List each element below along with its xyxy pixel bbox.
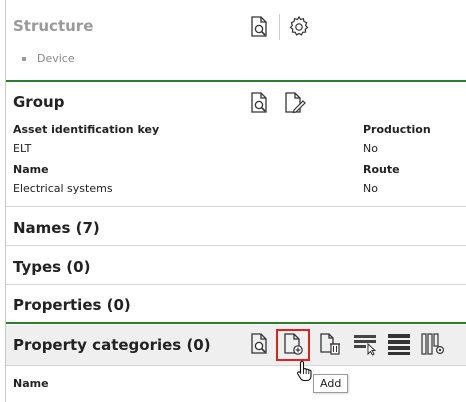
bullet-icon: [22, 57, 26, 61]
production-value: No: [363, 142, 378, 155]
name-label: Name: [13, 163, 49, 176]
route-label: Route: [363, 163, 400, 176]
hand-pointer-cursor-icon: [297, 360, 312, 382]
route-value: No: [363, 182, 378, 195]
asset-key-value: ELT: [13, 142, 32, 155]
icon-divider: [279, 14, 280, 40]
types-title[interactable]: Types (0): [13, 258, 90, 276]
select-rows-icon[interactable]: [353, 332, 377, 356]
section-divider: [6, 284, 466, 285]
structure-title[interactable]: Structure: [13, 17, 93, 35]
production-label: Production: [363, 123, 431, 136]
search-document-icon[interactable]: [247, 332, 271, 356]
edit-document-icon[interactable]: [282, 91, 306, 115]
column-settings-icon[interactable]: [421, 332, 445, 356]
tooltip-add: Add: [313, 374, 349, 393]
stacked-rows-icon[interactable]: [387, 332, 411, 356]
search-document-icon[interactable]: [247, 91, 271, 115]
details-panel: Structure Device Group Asset identificat…: [0, 0, 466, 402]
properties-title[interactable]: Properties (0): [13, 296, 131, 314]
settings-gear-icon[interactable]: [287, 15, 311, 39]
column-header-name[interactable]: Name: [13, 377, 49, 390]
name-value: Electrical systems: [13, 182, 113, 195]
section-divider: [6, 206, 466, 207]
section-divider-green: [6, 80, 466, 82]
structure-item-device[interactable]: Device: [37, 52, 75, 65]
property-categories-title[interactable]: Property categories (0): [13, 336, 211, 354]
add-document-icon[interactable]: [281, 332, 305, 356]
section-divider-green: [6, 322, 466, 324]
search-document-icon[interactable]: [247, 15, 271, 39]
section-divider: [6, 365, 466, 366]
section-divider: [6, 245, 466, 246]
delete-document-icon[interactable]: [318, 332, 342, 356]
asset-key-label: Asset identification key: [13, 123, 160, 136]
names-title[interactable]: Names (7): [13, 219, 100, 237]
group-title[interactable]: Group: [13, 93, 64, 111]
